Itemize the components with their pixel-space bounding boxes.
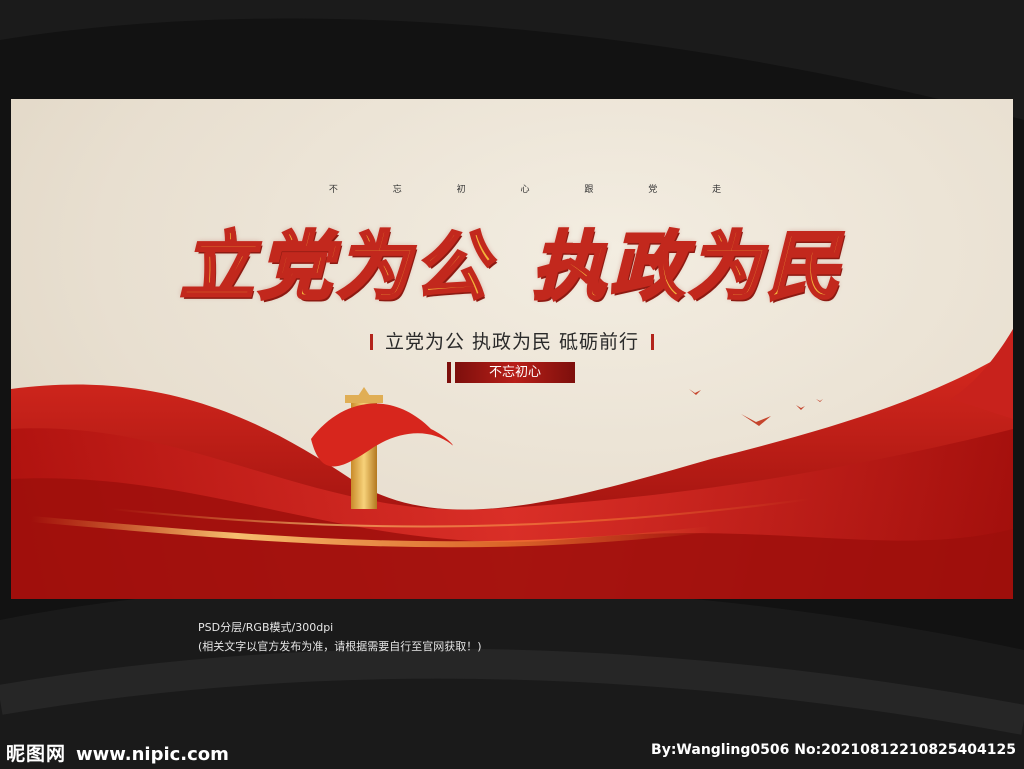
- slogan: 立党为公 执政为民 砥砺前行: [11, 327, 1013, 354]
- file-format: PSD分层/RGB模式/300dpi: [198, 621, 334, 634]
- site-url[interactable]: www.nipic.com: [76, 744, 229, 765]
- file-meta: PSD分层/RGB模式/300dpi (相关文字以官方发布为准，请根据需要自行至…: [198, 618, 482, 656]
- title-right: 执政为民: [531, 223, 844, 312]
- main-title: 立党为公 执政为民: [11, 207, 1013, 314]
- slogan-bar-left: [369, 334, 373, 350]
- bird-icon: [689, 389, 823, 426]
- site-name: 昵图网: [6, 743, 67, 765]
- author-credit: By:Wangling0506 No:20210812210825404125: [651, 742, 1016, 758]
- tag-label: 不忘初心: [488, 365, 541, 380]
- poster-banner: 不 忘 初 心 跟 党 走 立党为公 执政为民 立党为公 执政为民 砥砺前行 不忘…: [11, 99, 1013, 599]
- site-logo[interactable]: 昵图网 www.nipic.com: [6, 739, 229, 766]
- top-tagline: 不 忘 初 心 跟 党 走: [328, 185, 748, 195]
- file-note: (相关文字以官方发布为准，请根据需要自行至官网获取！): [198, 640, 482, 653]
- tag-lead: [447, 362, 451, 383]
- red-flag-icon: [311, 403, 453, 467]
- tag-badge: 不忘初心: [447, 362, 575, 383]
- slogan-bar-right: [651, 334, 655, 350]
- title-left: 立党为公: [179, 223, 492, 312]
- slogan-text: 立党为公 执政为民 砥砺前行: [384, 331, 640, 353]
